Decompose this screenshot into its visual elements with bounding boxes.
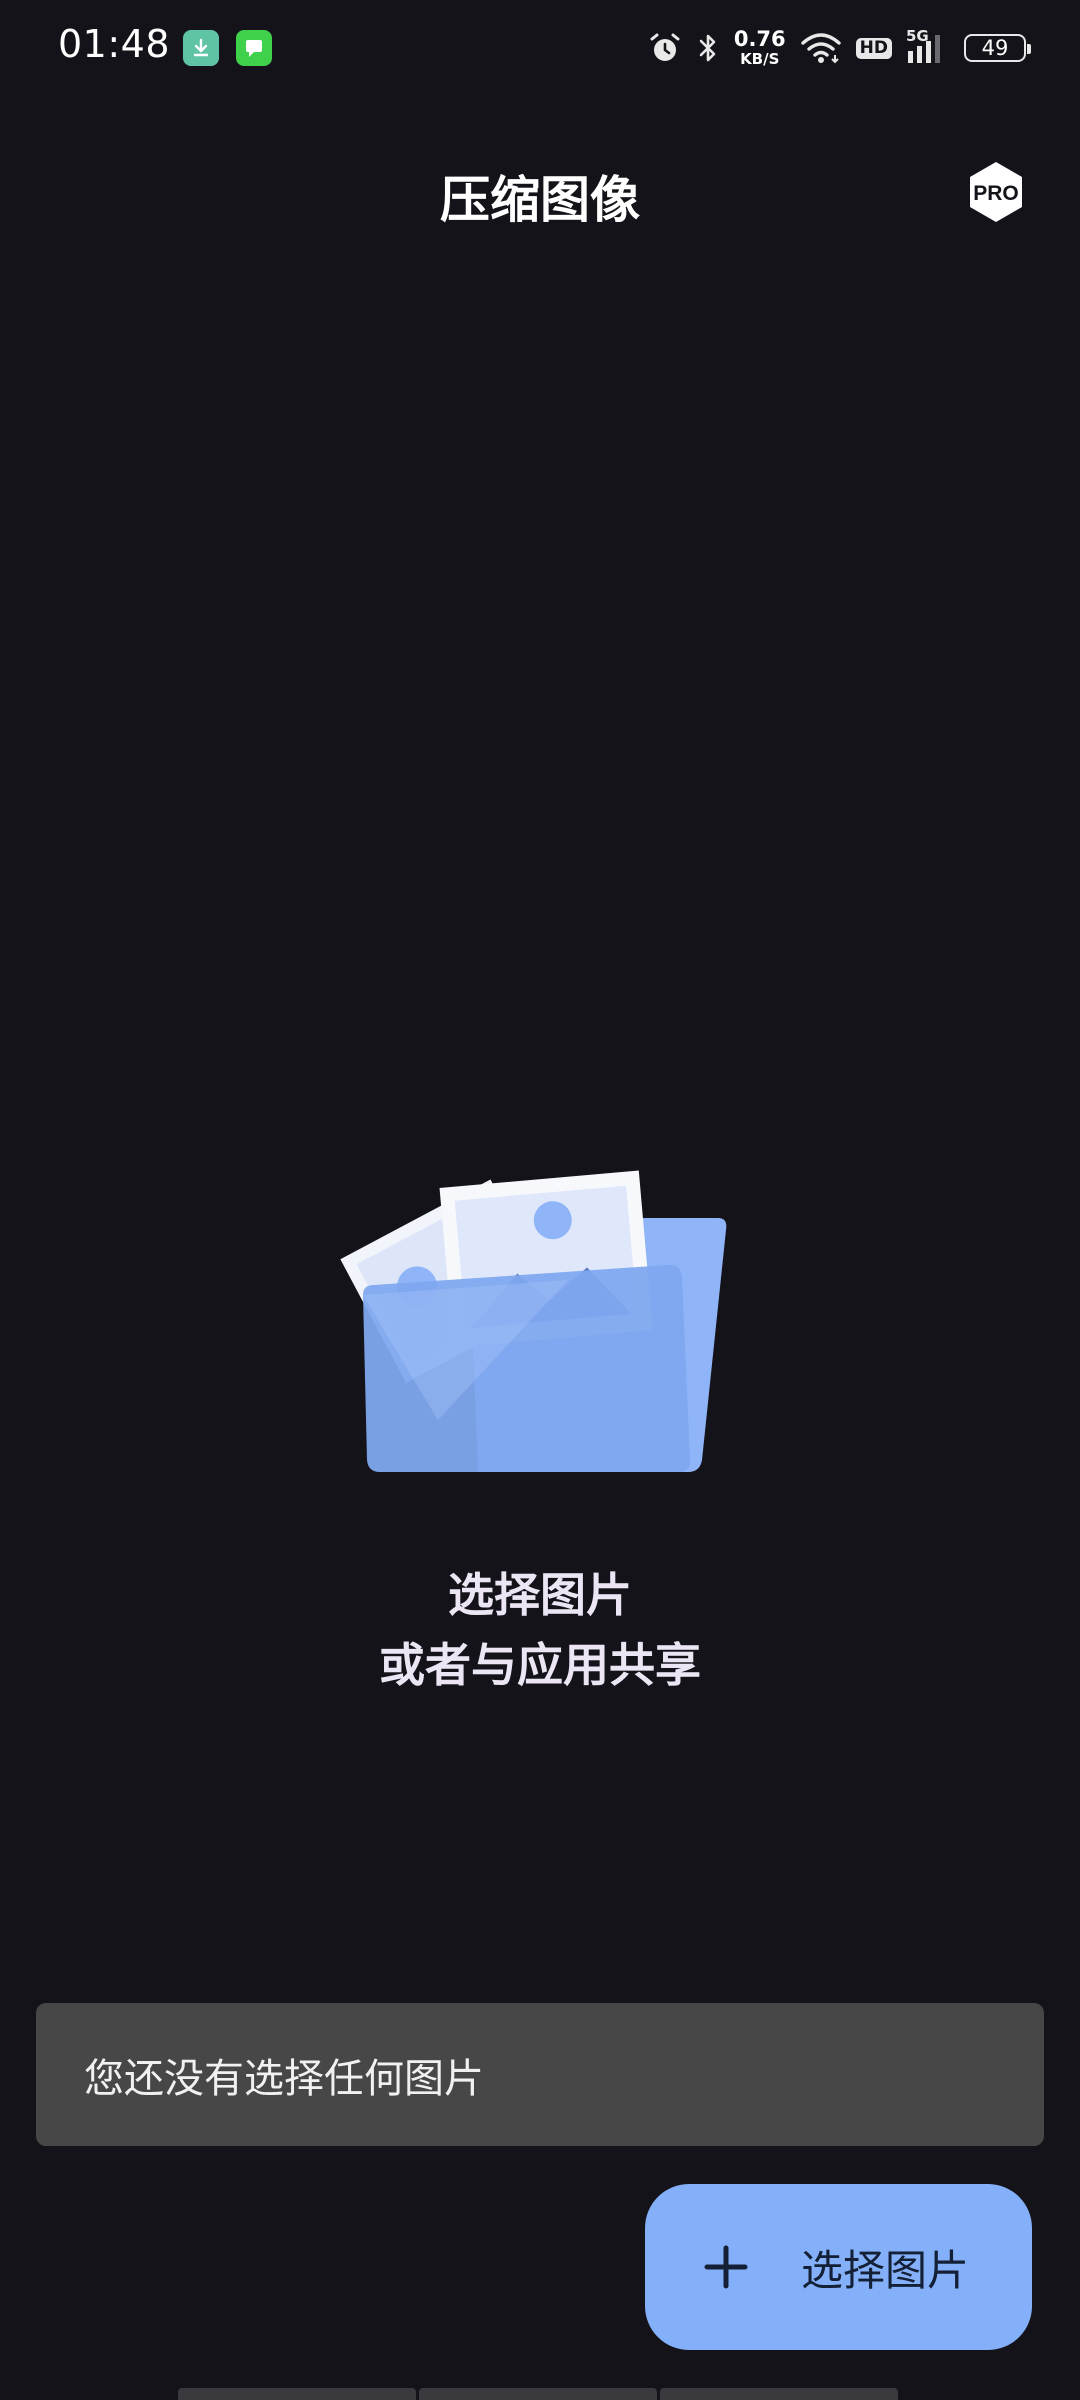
empty-state-line-1: 选择图片 — [448, 1568, 632, 1622]
plus-icon — [703, 2244, 749, 2290]
net-speed: 0.76 KB/S — [734, 29, 786, 67]
empty-folder-illustration — [318, 1120, 738, 1480]
pro-hexagon-icon: PRO — [970, 162, 1022, 222]
nav-segment — [660, 2388, 898, 2400]
pro-button[interactable]: PRO — [964, 160, 1028, 224]
select-images-label: 选择图片 — [801, 2245, 970, 2295]
net-speed-value: 0.76 — [733, 27, 786, 51]
gesture-nav-bar[interactable] — [178, 2388, 901, 2400]
net-speed-unit: KB/S — [740, 50, 780, 68]
status-bar: 01:48 0.76 KB/S HD 5G 49 — [0, 0, 1080, 96]
status-icons: 0.76 KB/S HD 5G 49 — [648, 27, 1031, 68]
download-notification-icon — [183, 30, 219, 66]
empty-state-text: 选择图片 或者与应用共享 — [0, 1560, 1080, 1700]
battery-level: 49 — [981, 36, 1009, 60]
select-images-button[interactable]: 选择图片 — [645, 2184, 1032, 2350]
battery-icon: 49 — [964, 34, 1031, 62]
message-notification-icon — [236, 30, 272, 66]
nav-segment — [419, 2388, 657, 2400]
pro-label: PRO — [973, 182, 1019, 205]
snackbar-message: 您还没有选择任何图片 — [84, 2055, 484, 2102]
bluetooth-icon — [696, 31, 720, 65]
signal-icon: 5G — [906, 27, 950, 65]
empty-state-line-2: 或者与应用共享 — [379, 1638, 701, 1692]
status-time: 01:48 — [58, 22, 171, 66]
wifi-icon — [800, 31, 842, 65]
alarm-icon — [648, 31, 682, 65]
network-type-label: 5G — [906, 27, 929, 45]
hd-badge: HD — [855, 37, 892, 59]
page-title: 压缩图像 — [440, 171, 640, 229]
nav-segment — [178, 2388, 416, 2400]
snackbar: 您还没有选择任何图片 — [36, 2003, 1044, 2146]
